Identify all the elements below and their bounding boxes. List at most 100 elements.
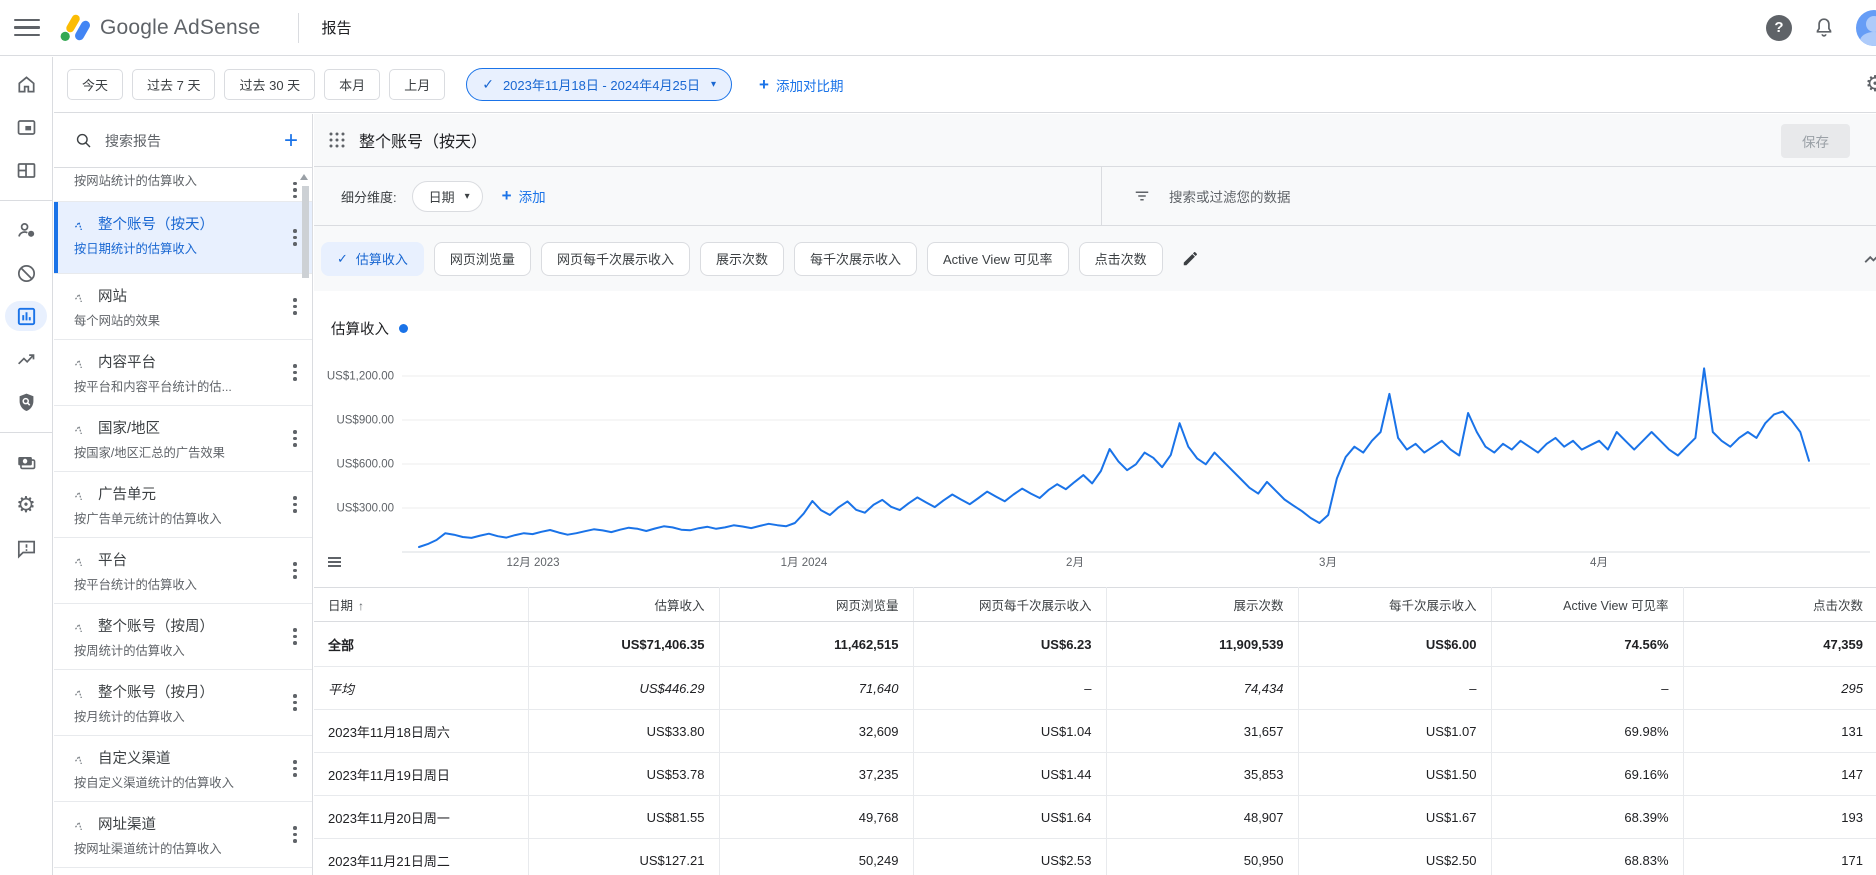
column-header[interactable]: 网页每千次展示收入 — [913, 588, 1106, 622]
value-cell: 48,907 — [1106, 796, 1298, 839]
more-options-icon[interactable] — [287, 759, 303, 779]
notifications-icon[interactable] — [1812, 16, 1836, 40]
table-row[interactable]: 平均US$446.2971,640–74,434––295 — [314, 667, 1876, 710]
column-header[interactable]: 每千次展示收入 — [1298, 588, 1491, 622]
sparkline-icon — [74, 817, 90, 830]
value-cell: – — [1298, 667, 1491, 710]
more-options-icon[interactable] — [287, 495, 303, 515]
settings-icon[interactable]: ⚙ — [5, 490, 47, 520]
reports-icon[interactable] — [5, 301, 47, 331]
add-comparison-button[interactable]: + 添加对比期 — [759, 75, 843, 95]
avatar[interactable] — [1856, 10, 1876, 46]
date-range-picker[interactable]: ✓ 2023年11月18日 - 2024年4月25日 ▾ — [466, 68, 732, 101]
value-cell: US$6.00 — [1298, 622, 1491, 667]
blocking-controls-icon[interactable] — [5, 258, 47, 288]
column-header[interactable]: 展示次数 — [1106, 588, 1298, 622]
report-list-item[interactable]: 广告单元按广告单元统计的估算收入 — [54, 472, 312, 538]
report-list-item[interactable]: 网站每个网站的效果 — [54, 274, 312, 340]
feedback-icon[interactable] — [5, 533, 47, 563]
value-cell: US$446.29 — [528, 667, 719, 710]
more-options-icon[interactable] — [287, 363, 303, 383]
value-cell: 74.56% — [1491, 622, 1683, 667]
more-options-icon[interactable] — [287, 228, 303, 248]
add-report-button[interactable]: + — [284, 129, 298, 153]
more-options-icon[interactable] — [287, 429, 303, 449]
report-list-item[interactable]: 整个账号（按天）按日期统计的估算收入 — [54, 202, 312, 274]
earnings-series-line — [419, 368, 1809, 547]
row-label-cell: 2023年11月21日周二 — [314, 839, 528, 875]
menu-icon[interactable] — [14, 19, 40, 37]
value-cell: 68.39% — [1491, 796, 1683, 839]
table-row[interactable]: 2023年11月19日周日US$53.7837,235US$1.4435,853… — [314, 753, 1876, 796]
column-header[interactable]: 日期↑ — [314, 588, 528, 622]
more-options-icon[interactable] — [287, 561, 303, 581]
sites-icon[interactable] — [5, 155, 47, 185]
value-cell: US$53.78 — [528, 753, 719, 796]
save-button[interactable]: 保存 — [1781, 124, 1850, 158]
scrollbar-up-arrow[interactable] — [300, 174, 308, 180]
report-list-item[interactable]: 内容平台按平台和内容平台统计的估... — [54, 340, 312, 406]
column-header[interactable]: 网页浏览量 — [719, 588, 913, 622]
date-preset-button[interactable]: 过去 7 天 — [132, 69, 215, 100]
breakdown-dimension-select[interactable]: 日期 ▾ — [412, 181, 483, 212]
metric-chip[interactable]: ✓估算收入 — [321, 242, 424, 276]
report-list-item[interactable]: 网址渠道按网址渠道统计的估算收入 — [54, 802, 312, 868]
more-options-icon[interactable] — [287, 627, 303, 647]
row-label-cell: 2023年11月20日周一 — [314, 796, 528, 839]
column-header[interactable]: 估算收入 — [528, 588, 719, 622]
metric-chip[interactable]: 网页每千次展示收入 — [541, 242, 690, 276]
earnings-line-chart[interactable]: US$300.00US$600.00US$900.00US$1,200.00 — [314, 339, 1876, 554]
table-row[interactable]: 2023年11月18日周六US$33.8032,609US$1.0431,657… — [314, 710, 1876, 753]
table-row[interactable]: 2023年11月21日周二US$127.2150,249US$2.5350,95… — [314, 839, 1876, 875]
report-list-item[interactable]: 整个账号（按周）按周统计的估算收入 — [54, 604, 312, 670]
home-icon[interactable] — [5, 69, 47, 99]
metric-chip[interactable]: 每千次展示收入 — [794, 242, 917, 276]
table-row[interactable]: 全部US$71,406.3511,462,515US$6.2311,909,53… — [314, 622, 1876, 667]
metric-chip[interactable]: Active View 可见率 — [927, 242, 1069, 276]
report-list-item[interactable]: 自定义渠道按自定义渠道统计的估算收入 — [54, 736, 312, 802]
metric-chip[interactable]: 展示次数 — [700, 242, 784, 276]
help-icon[interactable]: ? — [1766, 15, 1792, 41]
add-dimension-button[interactable]: + 添加 — [502, 186, 546, 206]
more-options-icon[interactable] — [287, 693, 303, 713]
insights-icon-partial[interactable] — [1862, 248, 1876, 270]
report-item-title: 平台 — [98, 549, 127, 570]
more-options-icon[interactable] — [287, 180, 303, 200]
panel-scrollbar[interactable] — [302, 186, 309, 278]
report-list-item[interactable]: 平台按平台统计的估算收入 — [54, 538, 312, 604]
audience-icon[interactable] — [5, 215, 47, 245]
metric-chip[interactable]: 点击次数 — [1079, 242, 1163, 276]
more-options-icon[interactable] — [287, 825, 303, 845]
adsense-logo[interactable]: Google AdSense — [58, 11, 260, 45]
date-preset-button[interactable]: 今天 — [67, 69, 123, 100]
more-options-icon[interactable] — [287, 297, 303, 317]
column-header[interactable]: 点击次数 — [1683, 588, 1876, 622]
column-header[interactable]: Active View 可见率 — [1491, 588, 1683, 622]
report-list-item-partial[interactable]: 按网站统计的估算收入 — [54, 168, 312, 202]
report-item-title: 广告单元 — [98, 483, 156, 504]
value-cell: US$127.21 — [528, 839, 719, 875]
date-preset-button[interactable]: 过去 30 天 — [224, 69, 315, 100]
chevron-down-icon: ▾ — [711, 79, 716, 90]
metric-chip[interactable]: 网页浏览量 — [434, 242, 531, 276]
date-preset-button[interactable]: 上月 — [389, 69, 445, 100]
search-reports-input[interactable]: 搜索报告 — [105, 131, 284, 151]
report-list-item[interactable]: 整个账号（按月）按月统计的估算收入 — [54, 670, 312, 736]
optimization-icon[interactable] — [5, 344, 47, 374]
ads-icon[interactable] — [5, 112, 47, 142]
sort-asc-icon: ↑ — [358, 599, 364, 613]
table-row[interactable]: 2023年11月20日周一US$81.5549,768US$1.6448,907… — [314, 796, 1876, 839]
filter-search-field[interactable]: 搜索或过滤您的数据 — [1132, 167, 1291, 225]
settings-gear-icon-partial[interactable]: ⚙ — [1865, 73, 1876, 95]
value-cell: 50,249 — [719, 839, 913, 875]
edit-metrics-icon[interactable] — [1181, 249, 1200, 268]
chart-menu-icon[interactable] — [328, 557, 341, 567]
date-preset-button[interactable]: 本月 — [324, 69, 380, 100]
value-cell: US$81.55 — [528, 796, 719, 839]
policy-center-icon[interactable] — [5, 387, 47, 417]
y-axis-label: US$300.00 — [336, 503, 394, 515]
payments-icon[interactable] — [5, 447, 47, 477]
report-item-title: 网站 — [98, 285, 127, 306]
value-cell: US$1.44 — [913, 753, 1106, 796]
report-list-item[interactable]: 国家/地区按国家/地区汇总的广告效果 — [54, 406, 312, 472]
